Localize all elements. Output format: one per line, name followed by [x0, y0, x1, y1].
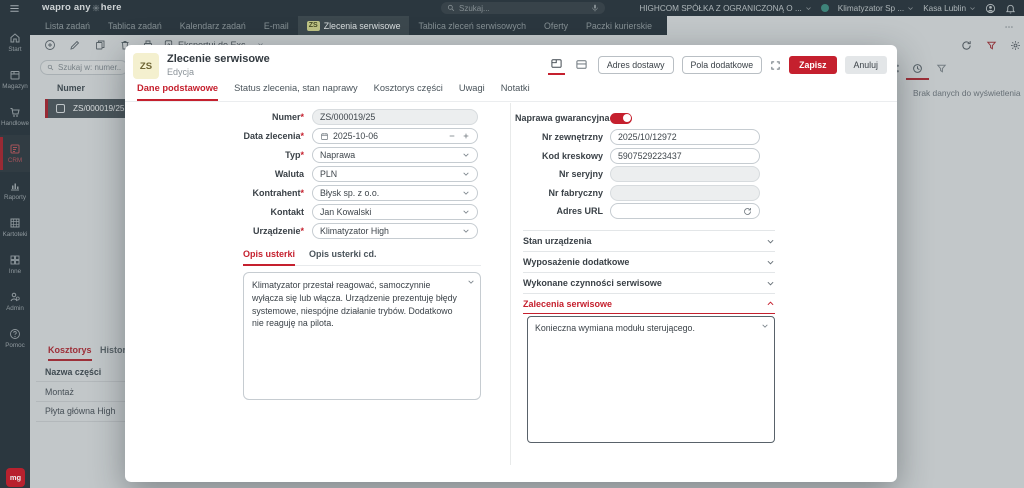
- chevron-up-icon: [766, 299, 775, 308]
- field-kod-kreskowy: Kod kreskowy: [515, 148, 760, 164]
- field-kontakt: Kontakt Jan Kowalski: [137, 204, 478, 220]
- chevron-down-icon[interactable]: [467, 278, 475, 286]
- section-wyposazenie-dodatkowe[interactable]: Wyposażenie dodatkowe: [523, 251, 775, 272]
- zalecenia-field: Konieczna wymiana modułu sterującego.: [527, 316, 775, 443]
- opis-usterki-textarea[interactable]: Klimatyzator przestał reagować, samoczyn…: [243, 272, 481, 400]
- chevron-down-icon: [462, 151, 470, 159]
- field-data-zlecenia: Data zlecenia* 2025-10-06: [137, 128, 478, 144]
- field-typ: Typ* Naprawa: [137, 147, 478, 163]
- chevron-down-icon: [462, 170, 470, 178]
- chevron-down-icon: [766, 237, 775, 246]
- tab-uwagi[interactable]: Uwagi: [459, 83, 485, 101]
- section-zalecenia-serwisowe[interactable]: Zalecenia serwisowe: [523, 293, 775, 314]
- field-naprawa-gwarancyjna: Naprawa gwarancyjna: [515, 110, 760, 126]
- dialog-zs-badge: ZS: [133, 53, 159, 79]
- chevron-down-icon[interactable]: [761, 322, 769, 330]
- typ-select[interactable]: Naprawa: [312, 147, 478, 163]
- adres-dostawy-button[interactable]: Adres dostawy: [597, 56, 674, 74]
- app-root: wapro anyhere HIGHCOM SPÓŁKA Z OGRANICZO…: [0, 0, 1024, 488]
- kontakt-select[interactable]: Jan Kowalski: [312, 204, 478, 220]
- waluta-select[interactable]: PLN: [312, 166, 478, 182]
- accordion-sections: Stan urządzenia Wyposażenie dodatkowe Wy…: [523, 230, 775, 314]
- calendar-icon[interactable]: [320, 132, 329, 141]
- warranty-toggle[interactable]: [610, 112, 632, 124]
- plus-icon[interactable]: [462, 132, 470, 140]
- tab-opis-usterki[interactable]: Opis usterki: [243, 249, 296, 266]
- tab-kosztorys-czesci[interactable]: Kosztorys części: [374, 83, 443, 101]
- refresh-icon[interactable]: [743, 207, 752, 216]
- zalecenia-textarea[interactable]: Konieczna wymiana modułu sterującego.: [527, 316, 775, 443]
- section-wykonane-czynnosci[interactable]: Wykonane czynności serwisowe: [523, 272, 775, 293]
- chevron-down-icon: [766, 279, 775, 288]
- chevron-down-icon: [462, 227, 470, 235]
- dialog-subtitle: Edycja: [167, 67, 195, 77]
- field-numer: Numer*: [137, 109, 478, 125]
- field-urzadzenie: Urządzenie* Klimatyzator High: [137, 223, 478, 239]
- cancel-button[interactable]: Anuluj: [844, 56, 887, 74]
- view-toggle-card-icon[interactable]: [573, 56, 590, 74]
- minus-icon[interactable]: [448, 132, 456, 140]
- field-waluta: Waluta PLN: [137, 166, 478, 182]
- divider: [125, 101, 897, 102]
- section-stan-urzadzenia[interactable]: Stan urządzenia: [523, 230, 775, 251]
- chevron-down-icon: [766, 258, 775, 267]
- dialog-actions: Adres dostawy Pola dodatkowe Zapisz Anul…: [547, 55, 887, 75]
- numer-input: [312, 109, 478, 125]
- field-nr-seryjny: Nr seryjny: [515, 166, 760, 182]
- chevron-down-icon: [462, 208, 470, 216]
- urzadzenie-select[interactable]: Klimatyzator High: [312, 223, 478, 239]
- opis-usterki-field: Klimatyzator przestał reagować, samoczyn…: [243, 272, 481, 400]
- adres-url-input[interactable]: [610, 203, 760, 219]
- chevron-down-icon: [462, 189, 470, 197]
- field-adres-url: Adres URL: [515, 203, 760, 219]
- service-order-dialog: ZS Zlecenie serwisowe Edycja Adres dosta…: [125, 45, 897, 482]
- dialog-tabs: Dane podstawowe Status zlecenia, stan na…: [137, 83, 530, 101]
- pola-dodatkowe-button[interactable]: Pola dodatkowe: [681, 56, 763, 74]
- description-tabs: Opis usterki Opis usterki cd.: [243, 249, 481, 266]
- save-button[interactable]: Zapisz: [789, 56, 837, 74]
- tab-notatki[interactable]: Notatki: [501, 83, 530, 101]
- dialog-title: Zlecenie serwisowe: [167, 53, 270, 65]
- kod-kreskowy-input[interactable]: [610, 148, 760, 164]
- field-nr-zewnetrzny: Nr zewnętrzny: [515, 129, 760, 145]
- field-nr-fabryczny: Nr fabryczny: [515, 185, 760, 201]
- tab-status-zlecenia[interactable]: Status zlecenia, stan naprawy: [234, 83, 358, 101]
- nr-seryjny-input: [610, 166, 760, 182]
- kontrahent-select[interactable]: Błysk sp. z o.o.: [312, 185, 478, 201]
- tab-dane-podstawowe[interactable]: Dane podstawowe: [137, 83, 219, 101]
- nr-zewnetrzny-input[interactable]: [610, 129, 760, 145]
- data-zlecenia-input[interactable]: 2025-10-06: [312, 128, 478, 144]
- tab-opis-usterki-cd[interactable]: Opis usterki cd.: [309, 249, 377, 265]
- fullscreen-icon[interactable]: [770, 60, 781, 71]
- nr-fabryczny-input: [610, 185, 760, 201]
- field-kontrahent: Kontrahent* Błysk sp. z o.o.: [137, 185, 478, 201]
- divider: [510, 103, 511, 465]
- view-toggle-form-icon[interactable]: [547, 55, 565, 75]
